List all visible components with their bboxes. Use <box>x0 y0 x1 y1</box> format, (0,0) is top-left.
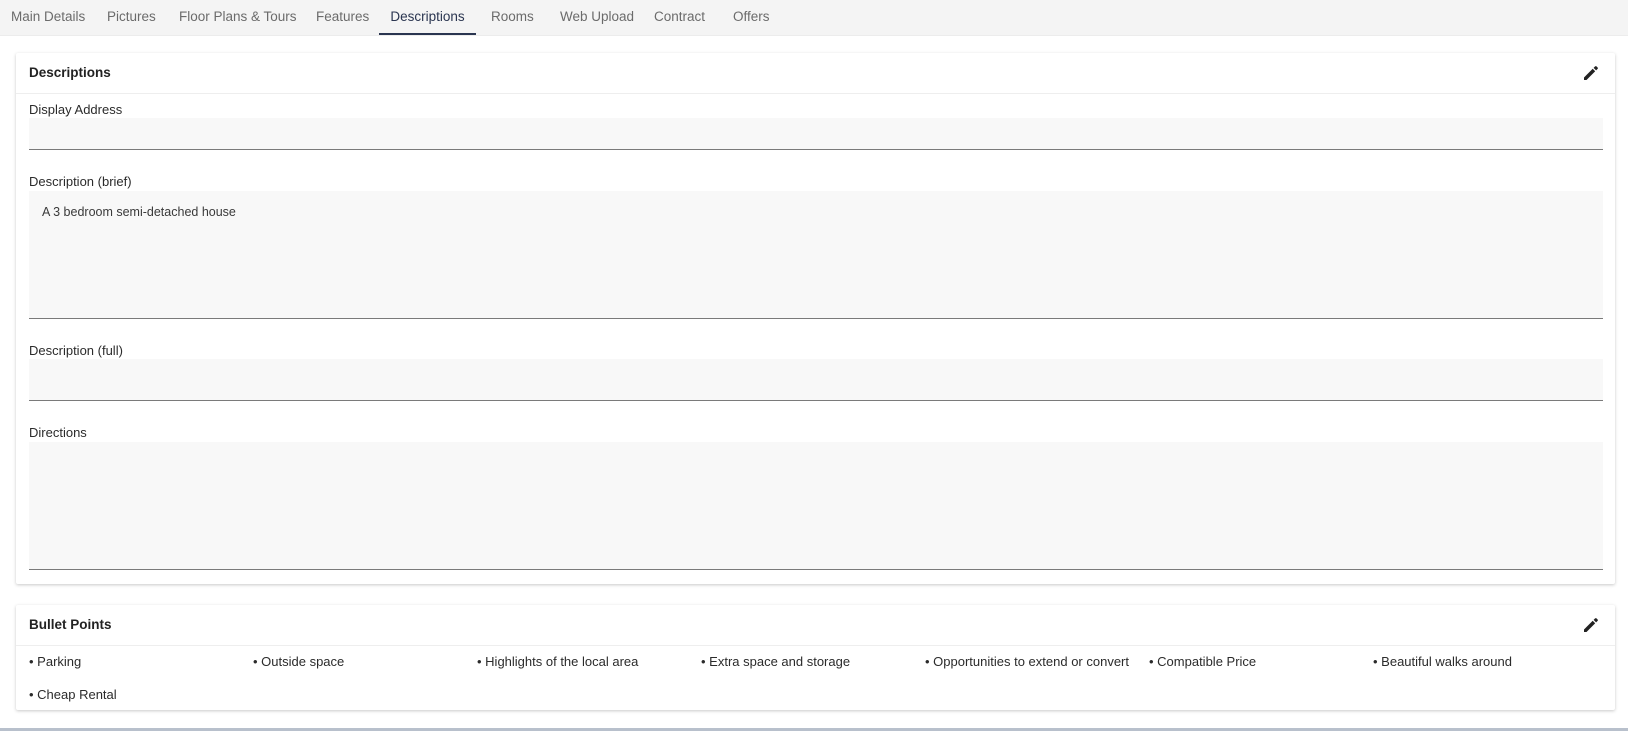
description-full-field[interactable] <box>29 359 1603 401</box>
bullet-point-item: • Highlights of the local area <box>477 654 639 669</box>
tab-floor-plans-tours[interactable]: Floor Plans & Tours <box>179 0 297 35</box>
tab-web-upload[interactable]: Web Upload <box>560 0 634 35</box>
tab-main-details[interactable]: Main Details <box>11 0 85 35</box>
bullet-points-card-header: Bullet Points <box>16 605 1615 646</box>
descriptions-card: Descriptions Display Address Description… <box>16 53 1615 584</box>
directions-field[interactable] <box>29 442 1603 570</box>
tab-offers[interactable]: Offers <box>733 0 770 35</box>
description-brief-label: Description (brief) <box>29 174 132 189</box>
bullet-points-title: Bullet Points <box>29 617 112 632</box>
bullet-points-card: Bullet Points • Parking • Outside space … <box>16 605 1615 710</box>
tab-features[interactable]: Features <box>316 0 369 35</box>
pencil-icon <box>1584 66 1598 80</box>
bullet-point-item: • Beautiful walks around <box>1373 654 1512 669</box>
bullet-point-item: • Cheap Rental <box>29 687 117 702</box>
bullet-point-item: • Compatible Price <box>1149 654 1257 669</box>
directions-label: Directions <box>29 425 87 440</box>
descriptions-card-header: Descriptions <box>16 53 1615 94</box>
edit-bullet-points-button[interactable] <box>1581 615 1601 635</box>
descriptions-title: Descriptions <box>29 65 111 80</box>
description-full-label: Description (full) <box>29 343 123 358</box>
description-brief-field[interactable]: A 3 bedroom semi-detached house <box>29 191 1603 319</box>
bullet-point-item: • Opportunities to extend or convert <box>925 654 1129 669</box>
tab-descriptions[interactable]: Descriptions <box>379 0 476 35</box>
display-address-field[interactable] <box>29 118 1603 150</box>
display-address-label: Display Address <box>29 102 123 117</box>
tab-contract[interactable]: Contract <box>654 0 705 35</box>
tab-rooms[interactable]: Rooms <box>491 0 534 35</box>
bullet-point-item: • Extra space and storage <box>701 654 851 669</box>
bullet-point-item: • Outside space <box>253 654 345 669</box>
bullet-point-item: • Parking <box>29 654 82 669</box>
edit-descriptions-button[interactable] <box>1581 63 1601 83</box>
pencil-icon <box>1584 618 1598 632</box>
tab-bar: Main Details Pictures Floor Plans & Tour… <box>0 0 1628 36</box>
tab-pictures[interactable]: Pictures <box>107 0 156 35</box>
